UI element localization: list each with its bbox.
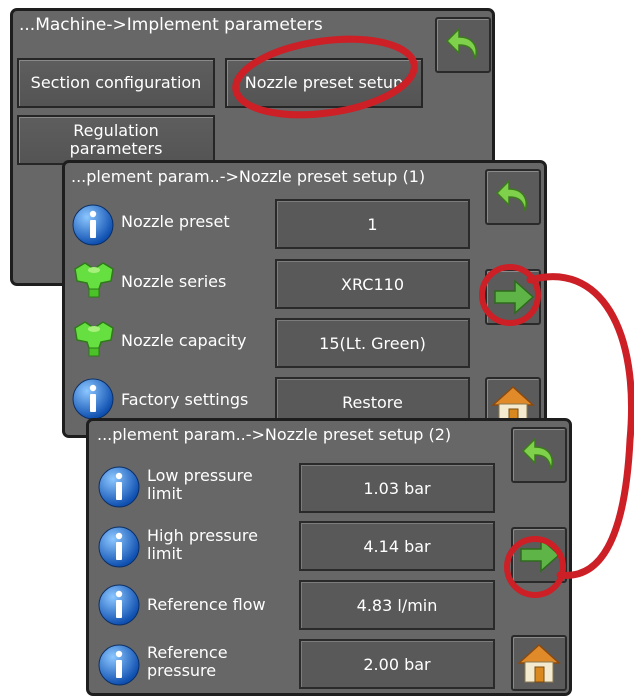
next-page-button[interactable] — [511, 527, 567, 583]
info-icon — [98, 466, 140, 508]
info-icon — [98, 526, 140, 568]
nozzle-series-label: Nozzle series — [121, 272, 227, 291]
next-arrow-icon — [520, 537, 561, 573]
regulation-parameters-button[interactable]: Regulation parameters — [17, 115, 215, 165]
reference-flow-field[interactable]: 4.83 l/min — [299, 580, 495, 630]
back-button[interactable] — [485, 169, 541, 225]
reference-pressure-label: Reference pressure — [147, 643, 228, 680]
reference-pressure-field[interactable]: 2.00 bar — [299, 639, 495, 689]
reference-flow-label: Reference flow — [147, 595, 266, 614]
next-page-button[interactable] — [485, 269, 541, 325]
low-pressure-limit-label: Low pressure limit — [147, 466, 253, 503]
high-pressure-limit-label: High pressure limit — [147, 526, 258, 563]
back-arrow-icon — [495, 179, 527, 212]
nozzle-preset-setup-button[interactable]: Nozzle preset setup — [225, 58, 423, 108]
back-arrow-icon — [521, 437, 553, 470]
section-configuration-button[interactable]: Section configuration — [17, 58, 215, 108]
nozzle-series-field[interactable]: XRC110 — [275, 259, 470, 309]
nozzle-preset-setup-1-screen: ...plement param..->Nozzle preset setup … — [62, 160, 547, 438]
back-button[interactable] — [435, 17, 491, 73]
info-icon — [72, 204, 114, 246]
home-button[interactable] — [511, 635, 567, 691]
nozzle-preset-field[interactable]: 1 — [275, 199, 470, 249]
info-icon — [72, 378, 114, 420]
low-pressure-limit-field[interactable]: 1.03 bar — [299, 463, 495, 513]
nozzle-preset-setup-2-screen: ...plement param..->Nozzle preset setup … — [86, 418, 572, 696]
factory-settings-label: Factory settings — [121, 390, 249, 409]
nozzle-capacity-field[interactable]: 15(Lt. Green) — [275, 318, 470, 368]
screen-title: ...plement param..->Nozzle preset setup … — [71, 167, 426, 186]
nozzle-capacity-label: Nozzle capacity — [121, 331, 247, 350]
home-icon — [517, 643, 561, 683]
nozzle-preset-label: Nozzle preset — [121, 212, 230, 231]
screen-title: ...plement param..->Nozzle preset setup … — [97, 425, 452, 444]
high-pressure-limit-field[interactable]: 4.14 bar — [299, 521, 495, 571]
info-icon — [98, 644, 140, 686]
next-arrow-icon — [494, 279, 535, 315]
info-icon — [98, 584, 140, 626]
screen-title: ...Machine->Implement parameters — [19, 15, 323, 35]
nozzle-icon — [74, 321, 114, 357]
back-arrow-icon — [445, 27, 477, 60]
nozzle-icon — [74, 262, 114, 298]
back-button[interactable] — [511, 427, 567, 483]
